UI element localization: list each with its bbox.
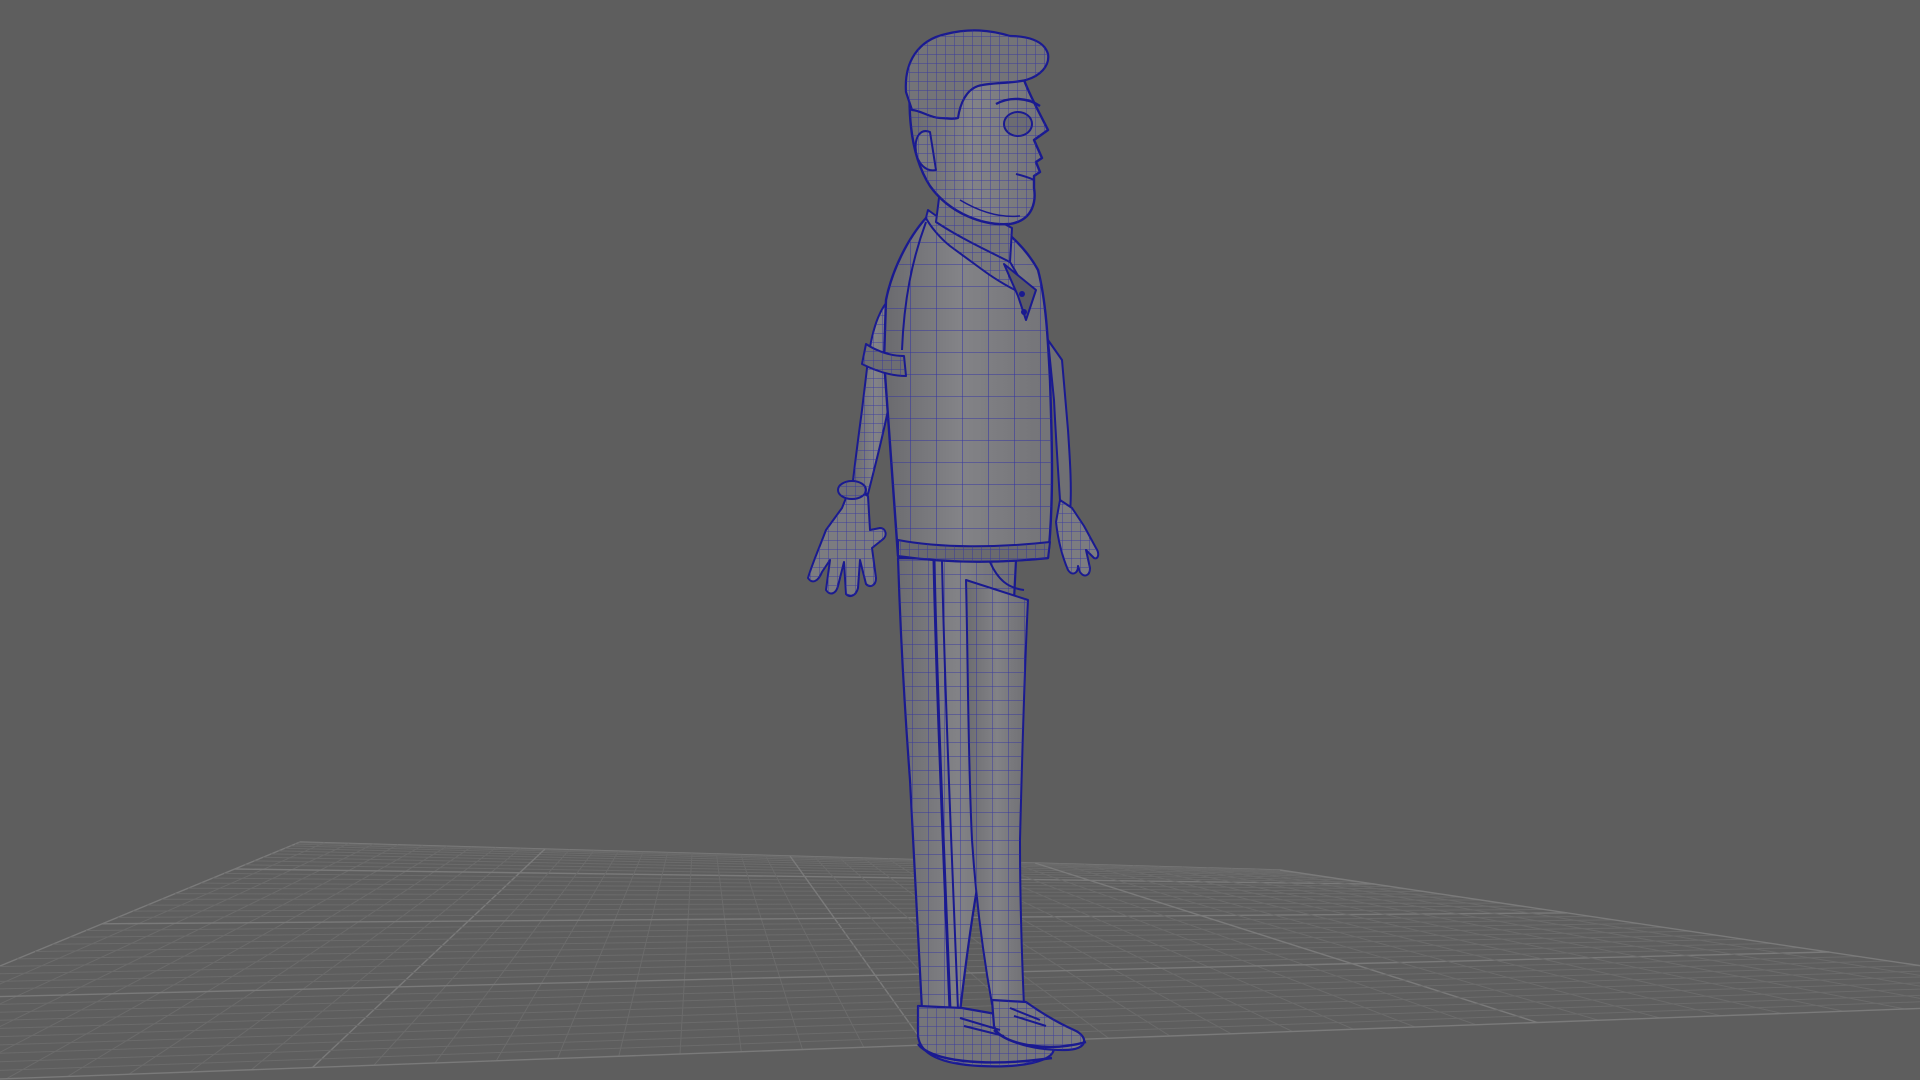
shirt-button: [1021, 309, 1027, 315]
legs[interactable]: [896, 556, 1029, 1014]
3d-viewport[interactable]: [0, 0, 1920, 1080]
shirt-button: [1019, 291, 1025, 297]
viewport-canvas[interactable]: [0, 0, 1920, 1080]
